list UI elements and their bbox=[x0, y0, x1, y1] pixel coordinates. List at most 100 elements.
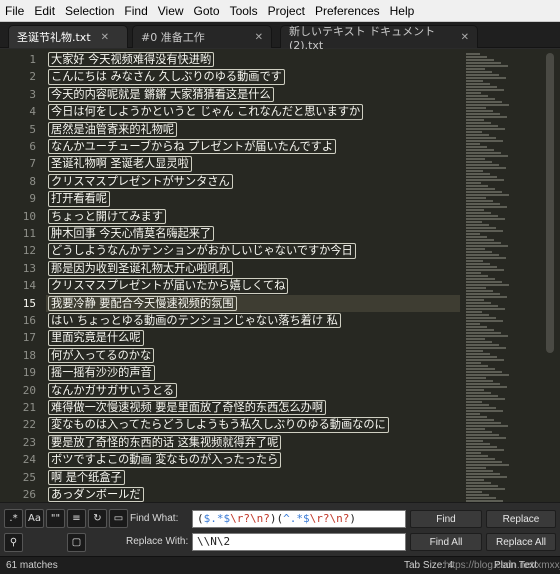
code-line[interactable]: 何が入ってるのかな bbox=[46, 347, 460, 364]
tab-new-text-document[interactable]: 新しいテキスト ドキュメント (2).txt ✕ bbox=[280, 25, 478, 52]
close-icon[interactable]: ✕ bbox=[461, 32, 469, 43]
replace-with-input[interactable]: \\N\2 bbox=[192, 533, 406, 551]
minimap-row bbox=[466, 374, 509, 376]
replace-all-button[interactable]: Replace All bbox=[486, 533, 556, 551]
tab-christmas-gift[interactable]: 圣诞节礼物.txt ✕ bbox=[8, 25, 128, 48]
minimap-row bbox=[466, 278, 495, 280]
minimap-row bbox=[466, 59, 494, 61]
close-icon[interactable]: ✕ bbox=[101, 32, 109, 43]
code-line[interactable]: なんかユーチューブからね プレゼントが届いたんですよ bbox=[46, 138, 460, 155]
code-line[interactable]: はい ちょっとゆる動画のテンションじゃない落ち着け 私 bbox=[46, 312, 460, 329]
minimap-row bbox=[466, 53, 480, 55]
find-all-button[interactable]: Find All bbox=[410, 533, 482, 551]
code-line[interactable]: 肿木回事 今天心情莫名嗨起来了 bbox=[46, 225, 460, 242]
highlight-toggle[interactable]: ▢ bbox=[67, 533, 86, 552]
code-line[interactable]: ちょっと開けてみます bbox=[46, 208, 460, 225]
minimap-row bbox=[466, 428, 485, 430]
minimap-row bbox=[466, 488, 505, 490]
minimap-row bbox=[466, 62, 501, 64]
code-line[interactable]: なんかガサガサいうとる bbox=[46, 382, 460, 399]
code-line[interactable]: 打开看看呢 bbox=[46, 190, 460, 207]
minimap-row bbox=[466, 317, 496, 319]
minimap-row bbox=[466, 158, 485, 160]
highlight-matches-toggle[interactable]: ▭ bbox=[109, 509, 128, 528]
in-selection-toggle[interactable]: ≡ bbox=[67, 509, 86, 528]
code-line[interactable]: クリスマスプレゼントが届いたから嬉しくてね bbox=[46, 277, 460, 294]
menu-preferences[interactable]: Preferences bbox=[310, 0, 385, 22]
minimap-row bbox=[466, 212, 491, 214]
code-line[interactable]: 摇一摇有沙沙的声音 bbox=[46, 364, 460, 381]
code-line-text: 肿木回事 今天心情莫名嗨起来了 bbox=[48, 226, 215, 242]
minimap-row bbox=[466, 221, 482, 223]
code-line[interactable]: 里面究竟是什么呢 bbox=[46, 329, 460, 346]
menu-find[interactable]: Find bbox=[119, 0, 152, 22]
code-line[interactable]: 啊 是个纸盒子 bbox=[46, 469, 460, 486]
minimap-row bbox=[466, 224, 489, 226]
code-line[interactable]: 今天的内容呢就是 鏘鏘 大家猜猜看这是什么 bbox=[46, 86, 460, 103]
menu-tools[interactable]: Tools bbox=[225, 0, 263, 22]
minimap-row bbox=[466, 188, 495, 190]
whole-word-toggle[interactable]: "" bbox=[46, 509, 65, 528]
minimap-row bbox=[466, 425, 508, 427]
menu-file[interactable]: File bbox=[0, 0, 29, 22]
case-sensitive-toggle[interactable]: Aa bbox=[25, 509, 44, 528]
code-line[interactable]: 我要冷静 要配合今天慢速视频的氛围 bbox=[46, 294, 460, 312]
code-line[interactable]: あっダンボールだ bbox=[46, 486, 460, 502]
menu-help[interactable]: Help bbox=[385, 0, 420, 22]
code-line[interactable]: こんにちは みなさん 久しぶりのゆる動画です bbox=[46, 68, 460, 85]
line-number: 12 bbox=[22, 244, 36, 258]
preserve-case-icon[interactable]: ⚲ bbox=[4, 533, 23, 552]
minimap-row bbox=[466, 362, 481, 364]
minimap-row bbox=[466, 143, 480, 145]
minimap-row bbox=[466, 200, 493, 202]
code-line-text: ボツですよこの動画 変なものが入ったったら bbox=[48, 452, 282, 468]
menu-selection[interactable]: Selection bbox=[60, 0, 119, 22]
tab-label: #0 准备工作 bbox=[141, 31, 205, 44]
code-line[interactable]: 难得做一次慢速视频 要是里面放了奇怪的东西怎么办啊 bbox=[46, 399, 460, 416]
find-what-label: Find What: bbox=[130, 513, 179, 524]
menu-goto[interactable]: Goto bbox=[189, 0, 225, 22]
replace-button[interactable]: Replace bbox=[486, 510, 556, 528]
minimap-row bbox=[466, 176, 497, 178]
find-button[interactable]: Find bbox=[410, 510, 482, 528]
regex-toggle[interactable]: .* bbox=[4, 509, 23, 528]
menu-project[interactable]: Project bbox=[263, 0, 310, 22]
minimap-row bbox=[466, 482, 491, 484]
code-line[interactable]: ボツですよこの動画 変なものが入ったったら bbox=[46, 451, 460, 468]
minimap-row bbox=[466, 431, 492, 433]
line-number: 16 bbox=[22, 314, 36, 327]
code-line-text: 打开看看呢 bbox=[48, 191, 110, 207]
code-line-text: 那是因为收到圣诞礼物太开心啦吼吼 bbox=[48, 260, 234, 277]
minimap-row bbox=[466, 149, 494, 151]
close-icon[interactable]: ✕ bbox=[255, 32, 263, 43]
vertical-scrollbar[interactable] bbox=[514, 49, 560, 502]
code-line-text: 我要冷静 要配合今天慢速视频的氛围 bbox=[48, 295, 237, 311]
syntax-mode[interactable]: Plain Text bbox=[494, 560, 537, 571]
scroll-thumb[interactable] bbox=[546, 53, 554, 353]
code-line[interactable]: どうしようなんかテンションがおかしいじゃないですか今日 bbox=[46, 242, 460, 259]
code-line-text: 摇一摇有沙沙的声音 bbox=[48, 365, 155, 381]
code-line[interactable]: 変なものは入ってたらどうしようもう私久しぶりのゆる動画なのに bbox=[46, 416, 460, 433]
tab-preparation[interactable]: #0 准备工作 ✕ bbox=[132, 25, 272, 48]
wrap-toggle[interactable]: ↻ bbox=[88, 509, 107, 528]
minimap-row bbox=[466, 74, 499, 76]
minimap-row bbox=[466, 83, 490, 85]
minimap-row bbox=[466, 476, 507, 478]
find-what-input[interactable]: ($.*$\r?\n?)(^.*$\r?\n?) bbox=[192, 510, 406, 528]
code-line[interactable]: 大家好 今天视频难得没有快进哟 bbox=[46, 51, 460, 68]
editor-area[interactable]: 大家好 今天视频难得没有快进哟 こんにちは みなさん 久しぶりのゆる動画です 今天的… bbox=[0, 49, 560, 502]
code-line[interactable]: 那是因为收到圣诞礼物太开心啦吼吼 bbox=[46, 260, 460, 277]
code-line[interactable]: 圣诞礼物啊 圣诞老人显灵啦 bbox=[46, 155, 460, 172]
code-line[interactable]: 要是放了奇怪的东西的话 这集视频就得弃了呢 bbox=[46, 434, 460, 451]
minimap-row bbox=[466, 407, 496, 409]
menu-edit[interactable]: Edit bbox=[29, 0, 60, 22]
code-line[interactable]: クリスマスプレゼントがサンタさん bbox=[46, 173, 460, 190]
menu-view[interactable]: View bbox=[153, 0, 189, 22]
code-line[interactable]: 今日は何をしようかというと じゃん これなんだと思いますか bbox=[46, 103, 460, 120]
minimap-row bbox=[466, 461, 502, 463]
code-view[interactable]: 大家好 今天视频难得没有快进哟 こんにちは みなさん 久しぶりのゆる動画です 今天的… bbox=[46, 49, 460, 502]
minimap-row bbox=[466, 371, 502, 373]
code-line[interactable]: 居然是油管寄来的礼物呢 bbox=[46, 121, 460, 138]
minimap[interactable] bbox=[462, 49, 512, 502]
minimap-row bbox=[466, 305, 498, 307]
